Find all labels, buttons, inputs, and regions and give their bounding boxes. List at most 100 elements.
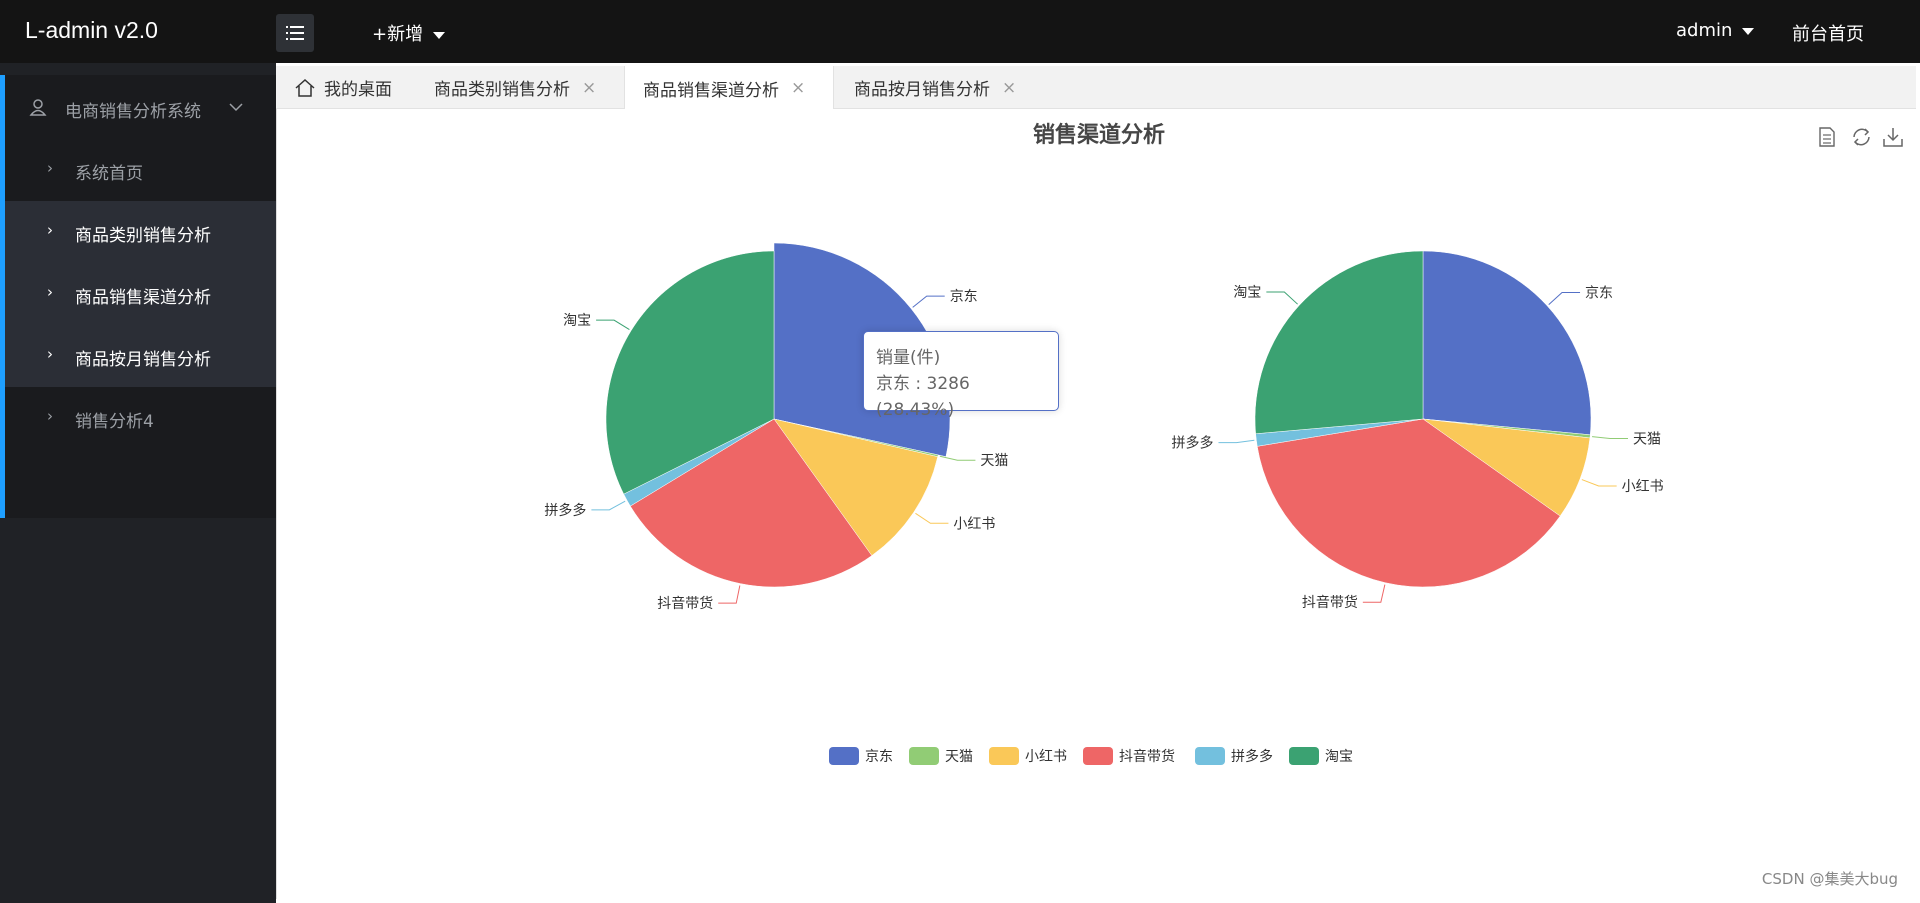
user-name: admin	[1676, 20, 1733, 41]
sidebar-item-channel-analysis[interactable]: › 商品销售渠道分析	[5, 263, 276, 325]
sidebar-item-label: 商品类别销售分析	[75, 226, 211, 246]
front-page-link[interactable]: 前台首页	[1792, 20, 1864, 46]
tab-category-analysis[interactable]: 商品类别销售分析 ×	[434, 66, 624, 109]
legend-swatch	[1083, 747, 1113, 765]
slice-label: 天猫	[980, 453, 1008, 469]
sidebar-group-header[interactable]: 电商销售分析系统	[5, 75, 276, 139]
close-icon[interactable]: ×	[1002, 78, 1016, 98]
sidebar: 电商销售分析系统 › 系统首页 › 商品类别销售分析 › 商品销售渠道分析 › …	[0, 63, 276, 903]
refresh-icon[interactable]	[1853, 128, 1870, 146]
legend-label: 抖音带货	[1119, 748, 1175, 765]
legend-item-小红书[interactable]: 小红书	[989, 747, 1067, 765]
label-line	[939, 455, 976, 461]
label-line	[596, 319, 630, 331]
legend-swatch	[829, 747, 859, 765]
chevron-right-icon: ›	[47, 159, 53, 177]
slice-label: 拼多多	[1171, 435, 1213, 452]
label-line	[591, 500, 626, 511]
sidebar-toggle-button[interactable]	[276, 14, 314, 52]
close-icon[interactable]: ×	[791, 78, 805, 98]
toolbox	[1819, 127, 1903, 147]
sidebar-item-label: 销售分析4	[75, 412, 154, 432]
legend-label: 淘宝	[1325, 749, 1353, 765]
chevron-down-icon	[229, 103, 243, 112]
slice-label: 抖音带货	[657, 595, 713, 612]
sidebar-item-label: 商品销售渠道分析	[75, 288, 211, 308]
pie-2: 京东天猫小红书抖音带货 拼多多 淘宝	[1171, 250, 1664, 611]
pie-1: 京东天猫小红书抖音带货 拼多多 淘宝	[544, 242, 1008, 612]
label-line	[915, 512, 949, 524]
home-icon	[295, 78, 315, 97]
label-line	[1362, 584, 1386, 603]
label-line	[718, 585, 741, 604]
chart-title: 销售渠道分析	[1033, 122, 1165, 147]
sidebar-item-label: 商品按月销售分析	[75, 350, 211, 370]
legend-item-拼多多[interactable]: 拼多多	[1195, 747, 1273, 765]
menu-icon	[286, 26, 304, 40]
close-icon[interactable]: ×	[582, 78, 596, 98]
sidebar-item-monthly-analysis[interactable]: › 商品按月销售分析	[5, 325, 276, 387]
pie-chart: 销售渠道分析 京东天猫小红书抖音带货拼多多淘宝京东天猫小红书抖音带货拼多多淘宝 …	[544, 122, 1903, 765]
add-new-menu[interactable]: +新增	[372, 20, 446, 46]
data-view-icon[interactable]	[1819, 127, 1835, 147]
label-line	[1592, 436, 1628, 439]
legend-item-抖音带货[interactable]: 抖音带货	[1083, 747, 1175, 765]
label-line	[1218, 439, 1255, 444]
user-icon	[29, 99, 47, 116]
chart-panel: 销售渠道分析 京东 天猫 小红书 抖音带货 拼多多 淘宝 京东 天猫 小红书 抖音带货 拼多多 淘宝 …	[276, 109, 1916, 899]
slice-label: 抖音带货	[1302, 594, 1358, 611]
slice-label: 京东	[950, 289, 978, 305]
tab-channel-analysis[interactable]: 商品销售渠道分析 ×	[624, 66, 834, 110]
legend-swatch	[909, 747, 939, 765]
legend-label: 拼多多	[1231, 748, 1273, 765]
chevron-right-icon: ›	[47, 221, 53, 239]
legend-item-京东[interactable]: 京东	[829, 747, 893, 765]
sidebar-group-label: 电商销售分析系统	[65, 102, 201, 122]
legend-label: 天猫	[945, 749, 973, 765]
sidebar-item-analysis4[interactable]: › 销售分析4	[5, 387, 276, 449]
sidebar-item-label: 系统首页	[75, 164, 143, 184]
slice-label: 淘宝	[563, 313, 591, 329]
caret-down-icon	[1742, 27, 1755, 35]
slice-label: 小红书	[1622, 479, 1664, 495]
label-line	[1581, 479, 1617, 487]
tab-desktop[interactable]: 我的桌面	[294, 66, 414, 109]
slice-label: 淘宝	[1233, 285, 1261, 301]
tooltip-title: 销量(件)	[876, 348, 941, 368]
label-line	[912, 295, 945, 308]
caret-down-icon	[433, 31, 446, 39]
tab-label: 商品按月销售分析	[854, 80, 990, 100]
label-line	[1548, 291, 1581, 305]
pie-slice-京东[interactable]	[1422, 250, 1592, 436]
watermark: CSDN @集美大bug	[1761, 870, 1898, 888]
tooltip-value: 京东 : 3286 (28.43%)	[876, 374, 970, 420]
legend-swatch	[1289, 747, 1319, 765]
chevron-right-icon: ›	[47, 345, 53, 363]
tab-label: 商品类别销售分析	[434, 80, 570, 100]
legend-swatch	[989, 747, 1019, 765]
tab-monthly-analysis[interactable]: 商品按月销售分析 ×	[854, 66, 1044, 109]
sidebar-item-category-analysis[interactable]: › 商品类别销售分析	[5, 201, 276, 263]
legend-item-天猫[interactable]: 天猫	[909, 747, 973, 765]
slice-label: 小红书	[953, 516, 995, 532]
legend-label: 京东	[865, 749, 893, 765]
sidebar-group: 电商销售分析系统 › 系统首页 › 商品类别销售分析 › 商品销售渠道分析 › …	[0, 75, 276, 518]
slice-label: 天猫	[1633, 431, 1661, 447]
pie-slice-淘宝[interactable]	[1254, 250, 1424, 435]
label-line	[1266, 291, 1298, 305]
legend-item-淘宝[interactable]: 淘宝	[1289, 747, 1353, 765]
tab-label: 我的桌面	[324, 80, 392, 100]
chevron-right-icon: ›	[47, 283, 53, 301]
download-icon[interactable]	[1883, 128, 1903, 147]
user-menu[interactable]: admin	[1676, 20, 1755, 41]
top-header: L-admin v2.0 +新增 admin 前台首页	[0, 0, 1920, 63]
legend-swatch	[1195, 747, 1225, 765]
tab-label: 商品销售渠道分析	[643, 80, 779, 101]
sidebar-item-home[interactable]: › 系统首页	[5, 139, 276, 201]
chart-tooltip: 销量(件) 京东 : 3286 (28.43%)	[863, 331, 1059, 420]
slice-label: 京东	[1585, 285, 1613, 301]
add-new-label: +新增	[372, 24, 424, 45]
tab-bar: 我的桌面 商品类别销售分析 × 商品销售渠道分析 × 商品按月销售分析 ×	[276, 66, 1916, 110]
app-logo: L-admin v2.0	[25, 17, 158, 43]
slice-label: 拼多多	[544, 502, 586, 519]
